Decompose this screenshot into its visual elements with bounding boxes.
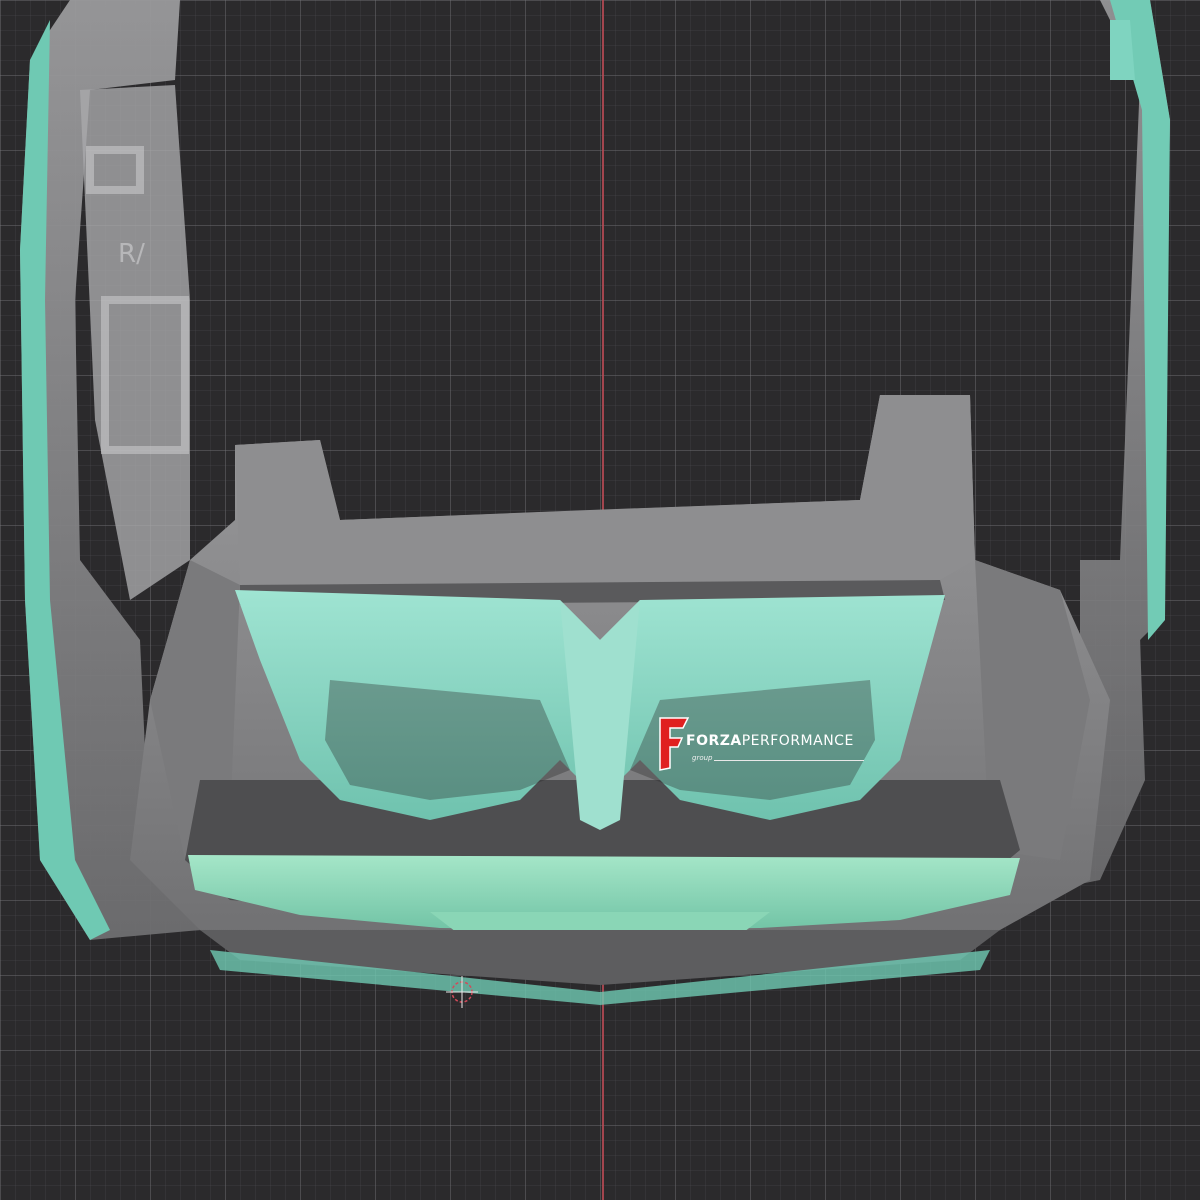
brand-sub: group: [692, 754, 713, 762]
origin-gizmo-icon[interactable]: [444, 974, 484, 1014]
rear-bumper-lip-part[interactable]: [188, 855, 1020, 1005]
svg-text:R/: R/: [118, 239, 145, 269]
brand-watermark: FORZAPERFORMANCE group: [656, 716, 876, 772]
car-scan-model[interactable]: R/: [0, 0, 1200, 1200]
3d-viewport[interactable]: R/ FORZAPERFORMANCE group: [0, 0, 1200, 1200]
brand-underline: [714, 760, 864, 761]
brand-word-2: PERFORMANCE: [741, 733, 854, 749]
forza-f-logo-icon: [659, 717, 690, 771]
brand-word-1: FORZA: [686, 733, 742, 749]
brand-name: FORZAPERFORMANCE: [686, 733, 854, 749]
